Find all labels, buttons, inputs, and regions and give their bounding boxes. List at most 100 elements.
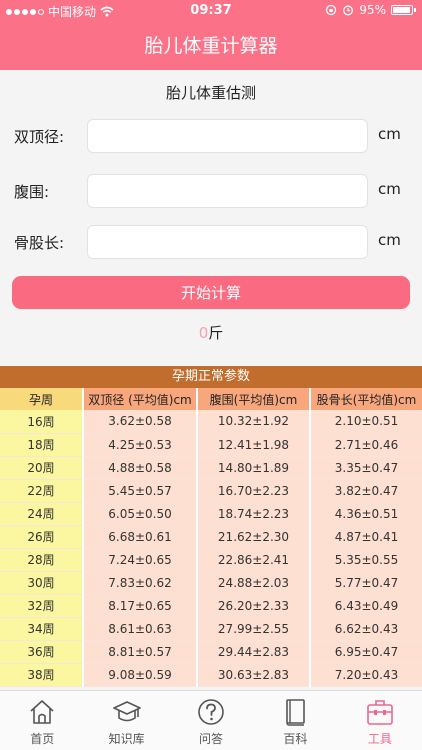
cell-ac: 30.63±2.83 — [197, 663, 311, 687]
table-row: 30周 7.83±0.62 24.88±2.03 5.77±0.47 — [0, 571, 422, 595]
reference-table[interactable]: 孕期正常参数 孕周 双顶径 (平均值)cm 腹围(平均值)cm 股骨长(平均值)… — [0, 366, 422, 690]
cell-bpd: 5.45±0.57 — [83, 479, 198, 503]
tab-encyclopedia-label: 百科 — [283, 732, 308, 746]
table-row: 24周 6.05±0.50 18.74±2.23 4.36±0.51 — [0, 502, 422, 526]
tab-encyclopedia[interactable]: 百科 — [253, 691, 337, 750]
table-row: 22周 5.45±0.57 16.70±2.23 3.82±0.47 — [0, 479, 422, 503]
table-row: 28周 7.24±0.65 22.86±2.41 5.35±0.55 — [0, 548, 422, 572]
ac-input[interactable] — [87, 174, 368, 208]
ac-row: 腹围: cm — [0, 174, 422, 208]
cell-bpd: 4.88±0.58 — [83, 456, 198, 480]
cell-ac: 16.70±2.23 — [197, 479, 311, 503]
result-value: 0 — [198, 324, 209, 342]
cell-bpd: 7.83±0.62 — [83, 571, 198, 595]
battery-tip — [414, 8, 416, 12]
cell-week: 30周 — [0, 571, 84, 595]
cell-bpd: 9.08±0.59 — [83, 663, 198, 687]
bpd-label: 双顶径: — [14, 128, 65, 146]
status-bar: 中国移动 09:37 95% — [0, 0, 422, 22]
alarm-icon — [343, 5, 354, 16]
cell-ac: 14.80±1.89 — [197, 456, 311, 480]
tab-knowledge[interactable]: 知识库 — [84, 691, 168, 750]
header-bpd: 双顶径 (平均值)cm — [83, 388, 198, 410]
ac-label: 腹围: — [14, 183, 50, 201]
tab-knowledge-label: 知识库 — [108, 732, 145, 746]
book-icon — [286, 699, 306, 726]
cell-ac: 29.44±2.83 — [197, 640, 311, 664]
cell-week: 38周 — [0, 663, 84, 687]
bpd-input[interactable] — [87, 119, 368, 153]
cell-ac: 21.62±2.30 — [197, 525, 311, 549]
calculate-button[interactable]: 开始计算 — [12, 276, 410, 309]
home-icon — [30, 700, 54, 724]
cell-bpd: 8.81±0.57 — [83, 640, 198, 664]
bpd-row: 双顶径: cm — [0, 119, 422, 153]
toolbox-icon — [367, 700, 393, 725]
bpd-unit: cm — [378, 125, 401, 143]
table-row: 16周 3.62±0.58 10.32±1.92 2.10±0.51 — [0, 410, 422, 434]
fl-unit: cm — [378, 231, 401, 249]
result-display: 0斤 — [0, 322, 422, 343]
tab-home[interactable]: 首页 — [0, 691, 84, 750]
cell-fl: 7.20±0.43 — [310, 663, 422, 687]
ac-unit: cm — [378, 180, 401, 198]
cell-fl: 2.71±0.46 — [310, 433, 422, 457]
fl-row: 骨股长: cm — [0, 225, 422, 259]
tab-tools-label: 工具 — [367, 732, 392, 746]
tab-tools[interactable]: 工具 — [338, 691, 422, 750]
cell-ac: 10.32±1.92 — [197, 410, 311, 434]
weight-form: 胎儿体重估测 双顶径: cm 腹围: cm 骨股长: cm 开始计算 0斤 — [0, 70, 422, 366]
tab-home-label: 首页 — [30, 732, 55, 746]
header-week: 孕周 — [0, 388, 84, 410]
cell-ac: 18.74±2.23 — [197, 502, 311, 526]
table-body: 16周 3.62±0.58 10.32±1.92 2.10±0.51 18周 4.25±0… — [0, 410, 422, 687]
cell-ac: 24.88±2.03 — [197, 571, 311, 595]
header-ac: 腹围(平均值)cm — [197, 388, 311, 410]
cell-fl: 3.35±0.47 — [310, 456, 422, 480]
cell-week: 24周 — [0, 502, 84, 526]
cell-bpd: 4.25±0.53 — [83, 433, 198, 457]
cell-fl: 5.35±0.55 — [310, 548, 422, 572]
cell-fl: 4.36±0.51 — [310, 502, 422, 526]
cell-week: 36周 — [0, 640, 84, 664]
cell-fl: 2.10±0.51 — [310, 410, 422, 434]
battery-icon — [391, 5, 413, 15]
result-unit: 斤 — [208, 324, 224, 342]
table-row: 26周 6.68±0.61 21.62±2.30 4.87±0.41 — [0, 525, 422, 549]
form-title: 胎儿体重估测 — [165, 84, 256, 102]
cell-bpd: 3.62±0.58 — [83, 410, 198, 434]
fl-input[interactable] — [87, 225, 368, 259]
cell-week: 22周 — [0, 479, 84, 503]
cell-fl: 5.77±0.47 — [310, 571, 422, 595]
cell-bpd: 8.61±0.63 — [83, 617, 198, 641]
header-fl: 股骨长(平均值)cm — [310, 388, 422, 410]
nav-bar: 胎儿体重计算器 — [0, 22, 422, 70]
cell-week: 26周 — [0, 525, 84, 549]
cell-ac: 26.20±2.33 — [197, 594, 311, 618]
tab-bar: 首页 知识库 问答 百科 工具 — [0, 690, 422, 750]
fl-label: 骨股长: — [14, 234, 65, 252]
cell-ac: 27.99±2.55 — [197, 617, 311, 641]
cell-week: 18周 — [0, 433, 84, 457]
cell-bpd: 6.68±0.61 — [83, 525, 198, 549]
cell-week: 20周 — [0, 456, 84, 480]
cell-fl: 4.87±0.41 — [310, 525, 422, 549]
cell-bpd: 7.24±0.65 — [83, 548, 198, 572]
table-row: 38周 9.08±0.59 30.63±2.83 7.20±0.43 — [0, 663, 422, 687]
orientation-lock-icon — [326, 4, 337, 16]
cell-ac: 12.41±1.98 — [197, 433, 311, 457]
cell-week: 16周 — [0, 410, 84, 434]
table-row: 32周 8.17±0.65 26.20±2.33 6.43±0.49 — [0, 594, 422, 618]
cell-week: 34周 — [0, 617, 84, 641]
tab-qa[interactable]: 问答 — [169, 691, 253, 750]
cell-fl: 6.62±0.43 — [310, 617, 422, 641]
cell-bpd: 8.17±0.65 — [83, 594, 198, 618]
table-title: 孕期正常参数 — [0, 366, 422, 388]
question-icon — [198, 699, 224, 725]
cell-bpd: 6.05±0.50 — [83, 502, 198, 526]
cell-fl: 6.95±0.47 — [310, 640, 422, 664]
params-table: 孕周 双顶径 (平均值)cm 腹围(平均值)cm 股骨长(平均值)cm 16周 3… — [0, 388, 422, 687]
tab-qa-label: 问答 — [199, 732, 224, 746]
cell-ac: 22.86±2.41 — [197, 548, 311, 572]
battery-percent: 95% — [359, 3, 386, 17]
